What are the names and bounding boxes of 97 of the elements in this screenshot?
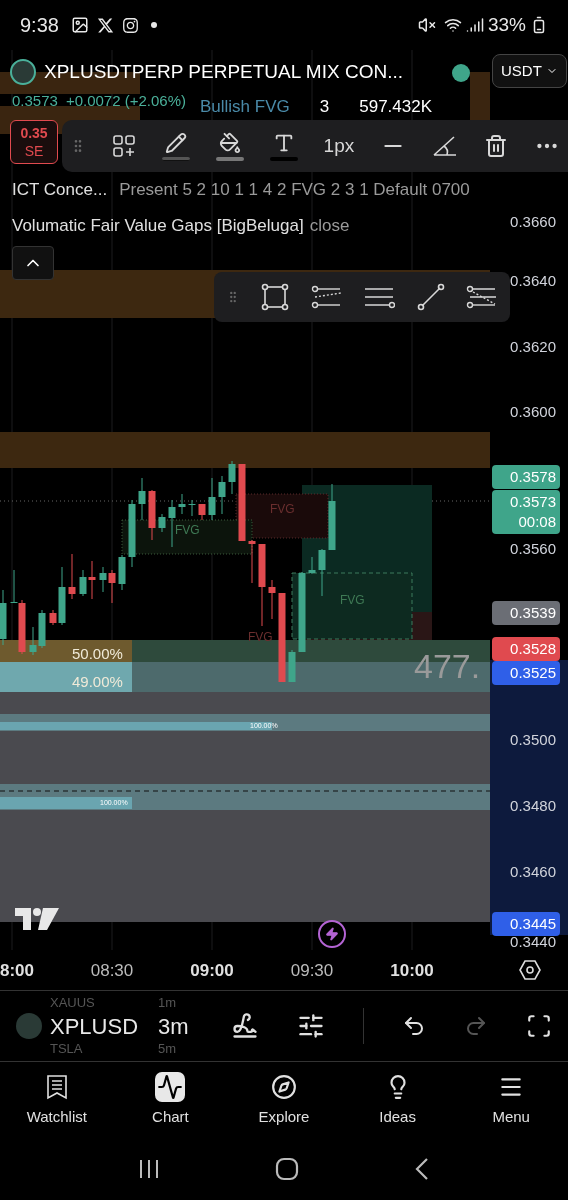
- price-label: 0.3600: [510, 402, 556, 422]
- candlestick: [168, 499, 176, 548]
- price-tag: 0.3539: [492, 601, 560, 625]
- time-label: 09:30: [290, 960, 334, 982]
- candlestick: [268, 579, 276, 620]
- nav-tab[interactable]: Watchlist: [0, 1071, 114, 1129]
- currency-dropdown[interactable]: USDT: [492, 54, 567, 88]
- drawing-tools-icon[interactable]: [231, 1012, 259, 1040]
- clock: 9:38: [20, 13, 59, 38]
- fill-color-button[interactable]: [215, 131, 244, 161]
- price-label: 0.3660: [510, 212, 556, 232]
- signal-icon: [465, 16, 484, 34]
- table-cell: Bullish FVG: [200, 97, 290, 117]
- price-tag: 0.3528: [492, 637, 560, 661]
- wifi-icon: [443, 16, 462, 34]
- candlestick: [228, 460, 236, 495]
- candlestick: [288, 649, 296, 683]
- price-label: 0.3480: [510, 796, 556, 816]
- candlestick: [208, 477, 216, 521]
- price-label: 0.3460: [510, 862, 556, 882]
- nav-tab[interactable]: Menu: [454, 1071, 568, 1129]
- sell-button[interactable]: 0.35 SE: [10, 120, 58, 164]
- candlestick: [178, 493, 186, 515]
- nav-tab[interactable]: Ideas: [340, 1071, 455, 1129]
- candlestick: [148, 489, 156, 541]
- fvg-label: FVG: [175, 522, 200, 539]
- nav-tab[interactable]: Chart: [113, 1071, 228, 1129]
- sliders-icon[interactable]: [297, 1012, 325, 1040]
- time-label: 08:30: [90, 960, 134, 982]
- price-label: 0.3640: [510, 271, 556, 291]
- table-cell: 3: [319, 97, 330, 117]
- indicator-params: Present 5 2 10 1 1 4 2 FVG 2 3 1 Default 0700: [119, 179, 470, 201]
- candlestick: [198, 503, 206, 521]
- fvg-label: FVG: [270, 501, 295, 518]
- fvg-label: FVG: [340, 592, 365, 609]
- volume-reading: 477.: [414, 646, 481, 686]
- time-label: 09:00: [190, 960, 234, 982]
- price-tag: 0.3573 00:08: [492, 490, 560, 534]
- channel-tool-icon[interactable]: [310, 284, 343, 310]
- candlestick: [308, 556, 316, 575]
- rectangle-tool-icon[interactable]: [260, 282, 291, 312]
- settings-icon[interactable]: [518, 958, 542, 982]
- camera-icon: [121, 16, 139, 34]
- interval-option[interactable]: 3m: [158, 1009, 189, 1043]
- chart-line-icon: [157, 1073, 184, 1100]
- level-label: 49.00%: [72, 672, 123, 692]
- level-label: 50.00%: [72, 644, 123, 664]
- price-label: 0.3620: [510, 337, 556, 357]
- symbol-title: XPLUSDTPERP PERPETUAL MIX CON...: [44, 60, 403, 84]
- bookmark-list-icon: [45, 1073, 68, 1100]
- compass-icon: [271, 1073, 297, 1100]
- trend-line-icon[interactable]: [415, 282, 446, 312]
- time-label: 10:00: [390, 960, 434, 982]
- candlestick: [0, 589, 7, 646]
- back-icon[interactable]: [414, 1157, 431, 1181]
- tradingview-logo: [15, 908, 59, 930]
- candlestick: [328, 483, 336, 551]
- mute-icon: [417, 16, 436, 34]
- lightning-icon[interactable]: [318, 920, 346, 948]
- angle-icon[interactable]: [432, 135, 459, 157]
- candlestick: [218, 475, 226, 515]
- time-label: 8:00: [0, 960, 34, 982]
- price-label: 0.3560: [510, 539, 556, 559]
- indicator-name: Volumatic Fair Value Gaps [BigBeluga]: [12, 215, 304, 237]
- home-icon[interactable]: [275, 1157, 299, 1181]
- undo-icon[interactable]: [402, 1014, 426, 1038]
- candlestick: [68, 553, 76, 600]
- candlestick: [248, 539, 256, 584]
- redo-icon[interactable]: [464, 1014, 488, 1038]
- candlestick: [138, 477, 146, 521]
- table-cell: 597.432K: [359, 97, 432, 117]
- image-icon: [70, 16, 89, 34]
- nav-tab[interactable]: Explore: [227, 1071, 341, 1129]
- recent-apps-icon[interactable]: [137, 1158, 160, 1180]
- candlestick: [128, 499, 136, 568]
- price-tag: 0.3578: [492, 465, 560, 489]
- battery-level: 33%: [487, 12, 526, 37]
- price-label: 0.3500: [510, 730, 556, 750]
- candlestick: [118, 554, 126, 591]
- symbol-option[interactable]: XPLUSD: [50, 1009, 150, 1043]
- delete-icon[interactable]: [484, 134, 508, 158]
- price-tag: 0.3525: [492, 661, 560, 685]
- price-tag: 0.3445: [492, 912, 560, 936]
- line-width-button[interactable]: 1px: [323, 131, 355, 161]
- last-price: 0.3573: [12, 91, 58, 111]
- indicator-name: ICT Conce...: [12, 179, 108, 201]
- coin-icon: [16, 1013, 42, 1039]
- add-widget-icon[interactable]: [111, 134, 136, 158]
- fullscreen-icon[interactable]: [526, 1013, 552, 1039]
- indicator-params: close: [309, 215, 350, 237]
- candlestick: [188, 499, 196, 517]
- pencil-color-button[interactable]: [161, 131, 190, 161]
- candlestick: [158, 513, 166, 533]
- fib-tool-icon[interactable]: [465, 284, 498, 310]
- candlestick: [318, 548, 326, 597]
- price-change: +0.0072 (+2.06%): [65, 91, 186, 111]
- x-logo-icon: [96, 16, 114, 34]
